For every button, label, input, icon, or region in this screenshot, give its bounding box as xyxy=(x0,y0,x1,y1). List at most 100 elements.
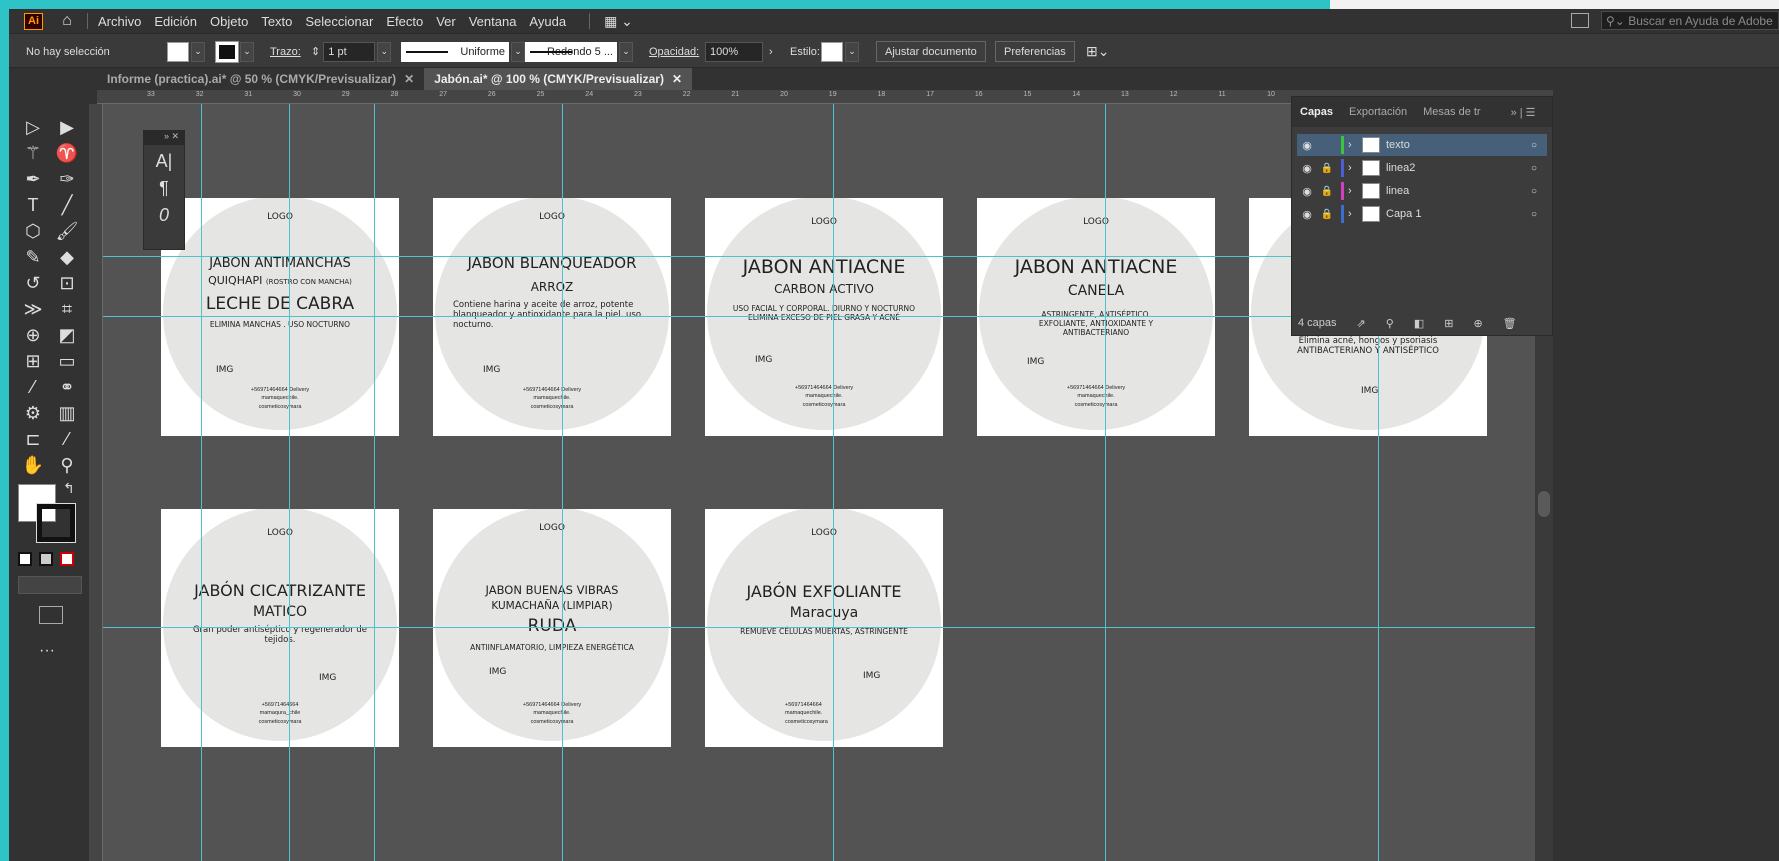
delete-icon[interactable]: 🗑 xyxy=(1503,317,1517,330)
draw-mode-icon[interactable] xyxy=(18,576,82,594)
opacity-label[interactable]: Opacidad: xyxy=(649,34,699,69)
lock-icon[interactable]: 🔒 xyxy=(1317,209,1337,220)
stroke-swatch[interactable] xyxy=(215,40,239,63)
document-setup-button[interactable]: Ajustar documento xyxy=(876,41,986,62)
menu-edicion[interactable]: Edición xyxy=(154,14,197,29)
layer-row[interactable]: ◉ 🔒 › linea2 ○ xyxy=(1297,157,1547,179)
blend-tool-icon[interactable]: ⚭ xyxy=(53,374,81,400)
guide-line[interactable] xyxy=(562,104,563,861)
help-search-input[interactable]: ⚲⌄ Buscar en Ayuda de Adobe xyxy=(1601,11,1779,30)
stroke-label[interactable]: Trazo: xyxy=(270,34,301,69)
tab-capas[interactable]: Capas xyxy=(1292,106,1341,118)
scrollbar-thumb[interactable] xyxy=(1538,491,1550,517)
artboard-6[interactable]: LOGO JABÓN CICATRIZANTE MATICO Gran pode… xyxy=(161,509,399,747)
target-icon[interactable]: ○ xyxy=(1531,186,1547,197)
chevron-right-icon[interactable]: › xyxy=(1348,208,1362,220)
chevron-right-icon[interactable]: › xyxy=(1348,139,1362,151)
chevron-down-icon[interactable]: ⌄ xyxy=(191,41,205,62)
tab-jabon[interactable]: Jabón.ai* @ 100 % (CMYK/Previsualizar) ✕ xyxy=(424,68,693,90)
menu-objeto[interactable]: Objeto xyxy=(210,14,248,29)
artboard-7[interactable]: LOGO JABON BUENAS VIBRAS KUMACHAÑA (LIMP… xyxy=(433,509,671,747)
guide-line[interactable] xyxy=(289,104,290,861)
hand-tool-icon[interactable]: ✋ xyxy=(19,452,47,478)
lock-icon[interactable]: 🔒 xyxy=(1317,186,1337,197)
chevron-right-icon[interactable]: › xyxy=(1348,162,1362,174)
chevron-right-icon[interactable]: › xyxy=(1348,185,1362,197)
stepper-icon[interactable]: ⇕ xyxy=(311,45,323,58)
shaper-tool-icon[interactable]: ✎ xyxy=(19,244,47,270)
guide-line[interactable] xyxy=(374,104,375,861)
free-transform-icon[interactable]: ⌗ xyxy=(53,296,81,322)
artboard-3[interactable]: LOGO JABON ANTIACNE CARBON ACTIVO USO FA… xyxy=(705,198,943,436)
guide-line[interactable] xyxy=(1105,104,1106,861)
color-mode-icon[interactable] xyxy=(18,552,32,566)
menu-ayuda[interactable]: Ayuda xyxy=(529,14,566,29)
menu-ventana[interactable]: Ventana xyxy=(469,14,517,29)
variable-width-profile[interactable]: Uniforme xyxy=(401,41,509,62)
eyedropper-icon[interactable]: ⁄ xyxy=(19,374,47,400)
width-tool-icon[interactable]: ≫ xyxy=(19,296,47,322)
brush-definition[interactable]: Redondo 5 ... xyxy=(525,41,617,62)
close-icon[interactable]: » ✕ xyxy=(144,131,184,145)
new-sublayer-icon[interactable]: ⊞ xyxy=(1444,317,1453,330)
tab-informe[interactable]: Informe (practica).ai* @ 50 % (CMYK/Prev… xyxy=(97,68,424,90)
menu-archivo[interactable]: Archivo xyxy=(98,14,141,29)
type-tool-icon[interactable]: T xyxy=(19,192,47,218)
arrange-documents-icon[interactable] xyxy=(1571,13,1589,28)
glyphs-icon[interactable]: 0 xyxy=(144,205,184,226)
scale-tool-icon[interactable]: ⊡ xyxy=(53,270,81,296)
shape-builder-icon[interactable]: ⊕ xyxy=(19,322,47,348)
none-mode-icon[interactable] xyxy=(60,552,74,566)
close-icon[interactable]: ✕ xyxy=(404,72,414,86)
lock-icon[interactable]: 🔒 xyxy=(1317,163,1337,174)
tab-exportacion[interactable]: Exportación xyxy=(1341,106,1415,118)
direct-selection-tool-icon[interactable]: ▶ xyxy=(53,114,81,140)
paintbrush-tool-icon[interactable]: 🖌 xyxy=(53,218,81,244)
visibility-icon[interactable]: ◉ xyxy=(1297,185,1317,198)
style-swatch[interactable] xyxy=(821,41,843,62)
selection-tool-icon[interactable]: ▷ xyxy=(19,114,47,140)
mesh-tool-icon[interactable]: ⊞ xyxy=(19,348,47,374)
menu-efecto[interactable]: Efecto xyxy=(386,14,423,29)
more-tools-icon[interactable]: ··· xyxy=(39,642,55,660)
area-type-icon[interactable]: A| xyxy=(144,151,184,172)
chevron-down-icon[interactable]: ⌄ xyxy=(619,41,633,62)
rotate-tool-icon[interactable]: ↺ xyxy=(19,270,47,296)
visibility-icon[interactable]: ◉ xyxy=(1297,208,1317,221)
layer-row[interactable]: ◉ 🔒 › linea ○ xyxy=(1297,180,1547,202)
opacity-field[interactable]: 100% xyxy=(705,41,763,62)
target-icon[interactable]: ○ xyxy=(1531,140,1547,151)
target-icon[interactable]: ○ xyxy=(1531,163,1547,174)
guide-line[interactable] xyxy=(103,627,1535,628)
gradient-mode-icon[interactable] xyxy=(39,552,53,566)
slice-tool-icon[interactable]: ⁄ xyxy=(53,426,81,452)
screen-mode-icon[interactable] xyxy=(39,606,63,624)
guide-line[interactable] xyxy=(201,104,202,861)
home-icon[interactable]: ⌂ xyxy=(57,12,77,30)
chevron-right-icon[interactable]: › xyxy=(769,46,773,58)
gradient-tool-icon[interactable]: ▭ xyxy=(53,348,81,374)
menu-texto[interactable]: Texto xyxy=(261,14,292,29)
preferences-button[interactable]: Preferencias xyxy=(995,41,1075,62)
stroke-color-swatch[interactable] xyxy=(36,503,76,543)
tab-mesas[interactable]: Mesas de tr xyxy=(1415,106,1488,118)
visibility-icon[interactable]: ◉ xyxy=(1297,162,1317,175)
menu-ver[interactable]: Ver xyxy=(436,14,456,29)
export-icon[interactable]: ⇗ xyxy=(1357,317,1366,330)
layer-row[interactable]: ◉ 🔒 › Capa 1 ○ xyxy=(1297,203,1547,225)
locate-object-icon[interactable]: ⚲ xyxy=(1386,317,1394,330)
perspective-grid-icon[interactable]: ◩ xyxy=(53,322,81,348)
visibility-icon[interactable]: ◉ xyxy=(1297,139,1317,152)
eraser-tool-icon[interactable]: ◆ xyxy=(53,244,81,270)
target-icon[interactable]: ○ xyxy=(1531,209,1547,220)
lasso-tool-icon[interactable]: ♈ xyxy=(53,140,81,166)
close-icon[interactable]: ✕ xyxy=(672,72,682,86)
layer-row[interactable]: ◉ › texto ○ xyxy=(1297,134,1547,156)
artboard-4[interactable]: LOGO JABON ANTIACNE CANELA ASTRINGENTE, … xyxy=(977,198,1215,436)
chevron-down-icon[interactable]: ⌄ xyxy=(377,41,392,62)
paragraph-icon[interactable]: ¶ xyxy=(144,178,184,199)
fill-swatch[interactable] xyxy=(167,41,189,62)
chevron-down-icon[interactable]: ⌄ xyxy=(511,41,525,62)
menu-seleccionar[interactable]: Seleccionar xyxy=(305,14,373,29)
curvature-tool-icon[interactable]: ✑ xyxy=(53,166,81,192)
